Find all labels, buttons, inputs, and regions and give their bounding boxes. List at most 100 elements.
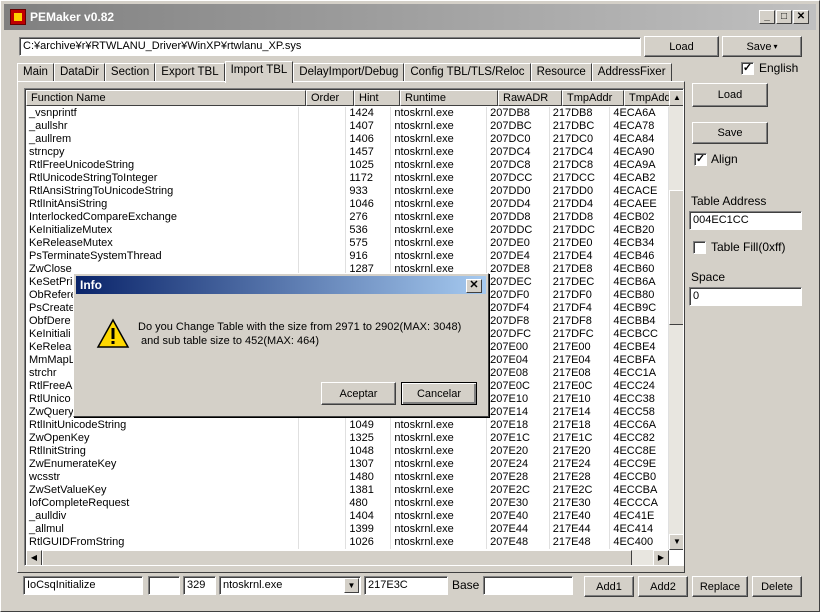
top-load-button[interactable]: Load xyxy=(644,36,719,57)
table-row[interactable]: _aullrem 1406 ntoskrnl.exe 207DC0 217DC0 4ECA… xyxy=(26,133,670,146)
table-row[interactable]: PsTerminateSystemThread 916 ntoskrnl.exe 20… xyxy=(26,250,670,263)
table-save-button[interactable]: Save xyxy=(692,122,768,144)
tab-section[interactable]: Section xyxy=(104,63,156,82)
table-cell: RtlGUIDFromString xyxy=(26,536,300,549)
dialog-title-bar[interactable]: Info ✕ xyxy=(76,276,486,294)
table-row[interactable]: RtlUnicodeStringToInteger 1172 ntoskrnl.ex… xyxy=(26,172,670,185)
english-checkbox[interactable]: ✓ xyxy=(741,62,754,75)
table-cell: ntoskrnl.exe xyxy=(391,471,488,484)
function-name-field[interactable]: IoCsqInitialize xyxy=(23,576,143,595)
table-cell: 207DB8 xyxy=(487,107,550,120)
runtime-select[interactable]: ntoskrnl.exe ▼ xyxy=(219,576,361,595)
top-save-button[interactable]: Save ▾ xyxy=(722,36,802,57)
table-row[interactable]: ZwOpenKey 1325 ntoskrnl.exe 207E1C 217E1C 4EC… xyxy=(26,432,670,445)
tab-import-tbl[interactable]: Import TBL xyxy=(224,61,294,83)
tab-datadir[interactable]: DataDir xyxy=(53,63,105,82)
address-field[interactable]: 217E3C xyxy=(364,576,448,595)
tab-config-tbl-tls-reloc[interactable]: Config TBL/TLS/Reloc xyxy=(404,63,531,82)
replace-button[interactable]: Replace xyxy=(692,576,748,597)
table-cell: 217DDC xyxy=(550,224,611,237)
scroll-up-icon[interactable]: ▲ xyxy=(669,90,683,106)
horizontal-scrollbar[interactable]: ◀ ▶ xyxy=(26,550,669,565)
table-row[interactable]: _aullshr 1407 ntoskrnl.exe 207DBC 217DBC 4ECA… xyxy=(26,120,670,133)
minimize-button[interactable]: _ xyxy=(759,10,775,24)
add2-button[interactable]: Add2 xyxy=(638,576,688,597)
table-row[interactable]: strncpy 1457 ntoskrnl.exe 207DC4 217DC4 4ECA9… xyxy=(26,146,670,159)
file-path-field[interactable]: C:¥archive¥r¥RTWLANU_Driver¥WinXP¥rtwlan… xyxy=(19,37,641,56)
tab-export-tbl[interactable]: Export TBL xyxy=(155,63,225,82)
table-row[interactable]: IofCompleteRequest 480 ntoskrnl.exe 207E30 2… xyxy=(26,497,670,510)
table-cell: 217E1C xyxy=(550,432,611,445)
base-field[interactable] xyxy=(483,576,573,595)
table-row[interactable]: _aulldiv 1404 ntoskrnl.exe 207E40 217E40 4EC4… xyxy=(26,510,670,523)
cancel-button[interactable]: Cancelar xyxy=(401,382,477,405)
horizontal-scroll-thumb[interactable] xyxy=(42,550,632,565)
column-header[interactable]: Hint xyxy=(354,90,400,106)
table-address-field[interactable]: 004EC1CC xyxy=(689,211,802,230)
table-cell xyxy=(299,523,347,536)
maximize-button[interactable]: □ xyxy=(776,10,792,24)
dialog-close-icon[interactable]: ✕ xyxy=(466,279,482,293)
table-row[interactable]: ZwSetValueKey 1381 ntoskrnl.exe 207E2C 217E2… xyxy=(26,484,670,497)
table-cell: 207DF0 xyxy=(487,289,550,302)
table-cell xyxy=(299,471,347,484)
tab-main[interactable]: Main xyxy=(17,63,54,82)
tab-resource[interactable]: Resource xyxy=(530,63,592,82)
column-header[interactable]: RawADR xyxy=(498,90,562,106)
tab-delayimport-debug[interactable]: DelayImport/Debug xyxy=(293,63,405,82)
accept-button[interactable]: Aceptar xyxy=(321,382,396,405)
chevron-down-icon[interactable]: ▼ xyxy=(344,578,359,593)
column-header[interactable]: Runtime xyxy=(400,90,498,106)
table-cell: 217DE0 xyxy=(550,237,611,250)
table-cell: 217E48 xyxy=(550,536,611,549)
table-row[interactable]: RtlAnsiStringToUnicodeString 933 ntoskrnl.… xyxy=(26,185,670,198)
title-bar[interactable]: PEMaker v0.82 _ □ ✕ xyxy=(4,4,816,30)
column-header[interactable]: Function Name xyxy=(26,90,306,106)
table-cell: 1457 xyxy=(346,146,392,159)
align-checkbox[interactable]: ✓ xyxy=(694,153,707,166)
table-row[interactable]: wcsstr 1480 ntoskrnl.exe 207E28 217E28 4ECCB0 xyxy=(26,471,670,484)
table-row[interactable]: RtlGUIDFromString 1026 ntoskrnl.exe 207E48 2… xyxy=(26,536,670,549)
table-cell xyxy=(299,211,347,224)
table-row[interactable]: RtlInitUnicodeString 1049 ntoskrnl.exe 207E… xyxy=(26,419,670,432)
scroll-right-icon[interactable]: ▶ xyxy=(653,550,669,565)
table-fill-checkbox[interactable] xyxy=(693,241,706,254)
table-row[interactable]: RtlInitString 1048 ntoskrnl.exe 207E20 217E2… xyxy=(26,445,670,458)
table-row[interactable]: InterlockedCompareExchange 276 ntoskrnl.ex… xyxy=(26,211,670,224)
column-header[interactable]: Order xyxy=(306,90,354,106)
tab-addressfixer[interactable]: AddressFixer xyxy=(591,63,672,82)
table-cell: ntoskrnl.exe xyxy=(391,107,488,120)
vertical-scrollbar[interactable]: ▲ ▼ xyxy=(669,90,683,550)
table-cell: 207E28 xyxy=(487,471,550,484)
space-field[interactable]: 0 xyxy=(689,287,802,306)
table-cell: 217E28 xyxy=(550,471,611,484)
table-row[interactable]: KeInitializeMutex 536 ntoskrnl.exe 207DDC 21… xyxy=(26,224,670,237)
hint-field[interactable]: 329 xyxy=(183,576,216,595)
scroll-left-icon[interactable]: ◀ xyxy=(26,550,42,565)
table-cell: ntoskrnl.exe xyxy=(391,237,488,250)
table-cell: 207E14 xyxy=(487,406,550,419)
table-row[interactable]: _allmul 1399 ntoskrnl.exe 207E44 217E44 4EC41… xyxy=(26,523,670,536)
table-cell xyxy=(299,133,347,146)
order-field[interactable] xyxy=(148,576,180,595)
table-load-button[interactable]: Load xyxy=(692,83,768,107)
add1-button[interactable]: Add1 xyxy=(584,576,634,597)
table-cell: ntoskrnl.exe xyxy=(391,484,488,497)
table-row[interactable]: ZwEnumerateKey 1307 ntoskrnl.exe 207E24 217E… xyxy=(26,458,670,471)
table-cell xyxy=(299,419,347,432)
delete-button[interactable]: Delete xyxy=(752,576,802,597)
tab-strip: Main DataDir Section Export TBL Import TBL De… xyxy=(17,61,672,83)
vertical-scroll-thumb[interactable] xyxy=(669,190,683,325)
table-cell: wcsstr xyxy=(26,471,300,484)
table-cell: 217DE4 xyxy=(550,250,611,263)
top-save-label: Save xyxy=(746,40,772,53)
column-header[interactable]: TmpAddr xyxy=(562,90,624,106)
table-row[interactable]: RtlFreeUnicodeString 1025 ntoskrnl.exe 207D… xyxy=(26,159,670,172)
table-row[interactable]: RtlInitAnsiString 1046 ntoskrnl.exe 207DD4 2… xyxy=(26,198,670,211)
table-cell: ntoskrnl.exe xyxy=(391,211,488,224)
table-row[interactable]: KeReleaseMutex 575 ntoskrnl.exe 207DE0 217DE… xyxy=(26,237,670,250)
scroll-down-icon[interactable]: ▼ xyxy=(669,534,683,550)
close-button[interactable]: ✕ xyxy=(793,10,809,24)
table-cell: 1307 xyxy=(346,458,392,471)
table-row[interactable]: _vsnprintf 1424 ntoskrnl.exe 207DB8 217DB8 4E… xyxy=(26,107,670,120)
